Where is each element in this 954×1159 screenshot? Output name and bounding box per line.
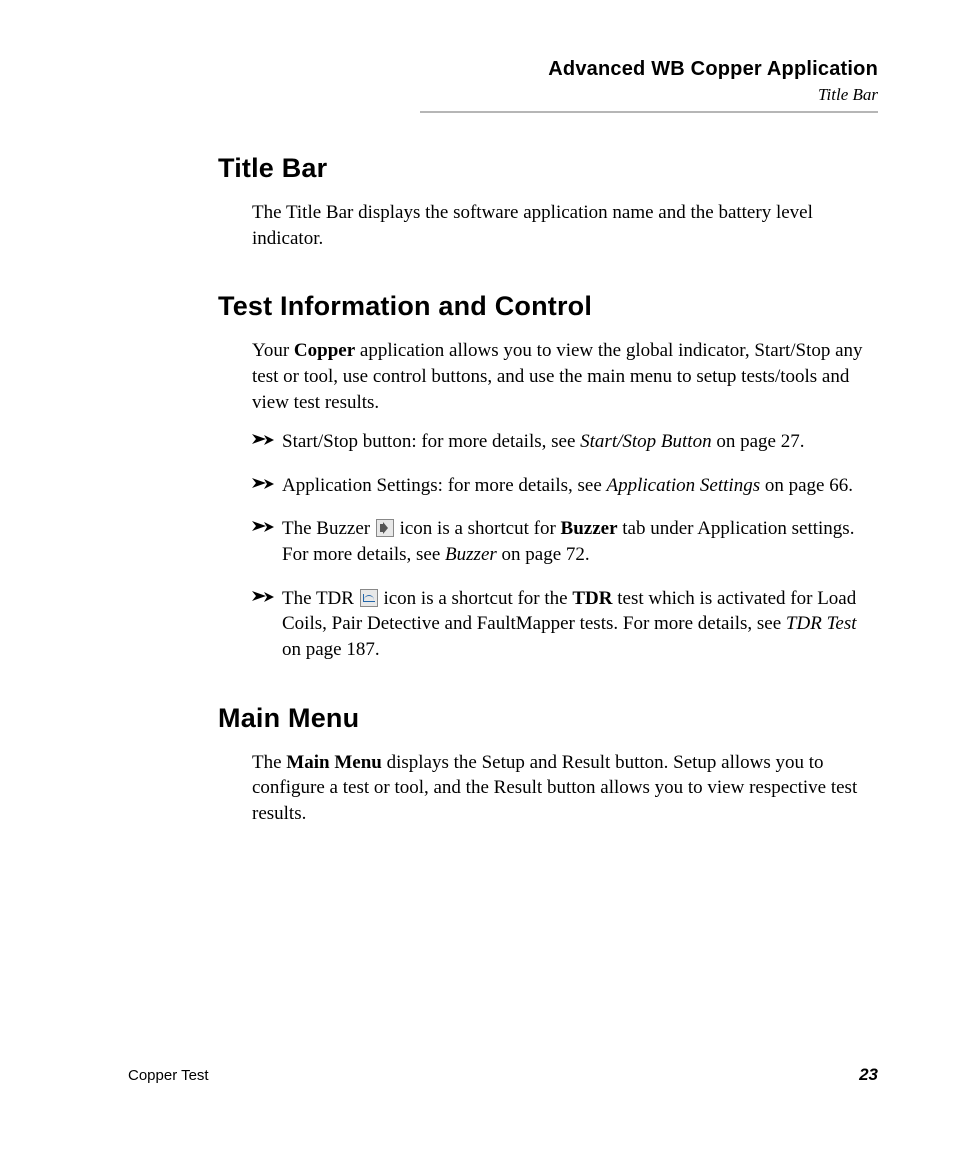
bold-text: TDR bbox=[572, 588, 612, 609]
arrow-icon bbox=[252, 518, 274, 536]
text: on page 72. bbox=[497, 544, 590, 565]
bullet-list: Start/Stop button: for more details, see… bbox=[218, 429, 878, 662]
text: icon is a shortcut for bbox=[395, 518, 561, 539]
text: The Buzzer bbox=[282, 518, 375, 539]
text: The TDR bbox=[282, 588, 359, 609]
page: Advanced WB Copper Application Title Bar… bbox=[0, 0, 954, 1159]
text: on page 66. bbox=[760, 475, 853, 496]
content: Title Bar The Title Bar displays the sof… bbox=[218, 153, 878, 827]
list-item: The Buzzer icon is a shortcut for Buzzer… bbox=[252, 516, 878, 567]
text: Start/Stop button: for more details, see bbox=[282, 431, 580, 452]
list-item: The TDR icon is a shortcut for the TDR t… bbox=[252, 586, 878, 663]
text: Your bbox=[252, 340, 294, 361]
italic-text: Application Settings bbox=[607, 475, 761, 496]
header-title: Advanced WB Copper Application bbox=[420, 58, 878, 81]
list-item: Start/Stop button: for more details, see… bbox=[252, 429, 878, 455]
para-main-menu: The Main Menu displays the Setup and Res… bbox=[218, 750, 878, 827]
heading-main-menu: Main Menu bbox=[218, 703, 878, 734]
italic-text: TDR Test bbox=[786, 613, 857, 634]
tdr-icon bbox=[360, 589, 378, 607]
page-header: Advanced WB Copper Application Title Bar bbox=[420, 58, 878, 113]
text: Application Settings: for more details, … bbox=[282, 475, 607, 496]
italic-text: Start/Stop Button bbox=[580, 431, 711, 452]
text: The bbox=[252, 752, 286, 773]
arrow-icon bbox=[252, 475, 274, 493]
arrow-icon bbox=[252, 431, 274, 449]
page-footer: Copper Test 23 bbox=[128, 1065, 878, 1085]
text: icon is a shortcut for the bbox=[379, 588, 573, 609]
arrow-icon bbox=[252, 588, 274, 606]
para-test-info-intro: Your Copper application allows you to vi… bbox=[218, 338, 878, 415]
bold-text: Main Menu bbox=[286, 752, 382, 773]
header-rule bbox=[420, 111, 878, 113]
speaker-icon bbox=[376, 519, 394, 537]
footer-doc-name: Copper Test bbox=[128, 1067, 209, 1084]
heading-test-info: Test Information and Control bbox=[218, 291, 878, 322]
heading-title-bar: Title Bar bbox=[218, 153, 878, 184]
italic-text: Buzzer bbox=[445, 544, 497, 565]
header-subtitle: Title Bar bbox=[420, 85, 878, 105]
list-item: Application Settings: for more details, … bbox=[252, 473, 878, 499]
bold-text: Copper bbox=[294, 340, 355, 361]
text: on page 187. bbox=[282, 639, 380, 660]
footer-page-number: 23 bbox=[859, 1065, 878, 1085]
bold-text: Buzzer bbox=[561, 518, 618, 539]
para-title-bar: The Title Bar displays the software appl… bbox=[218, 200, 878, 251]
text: on page 27. bbox=[712, 431, 805, 452]
